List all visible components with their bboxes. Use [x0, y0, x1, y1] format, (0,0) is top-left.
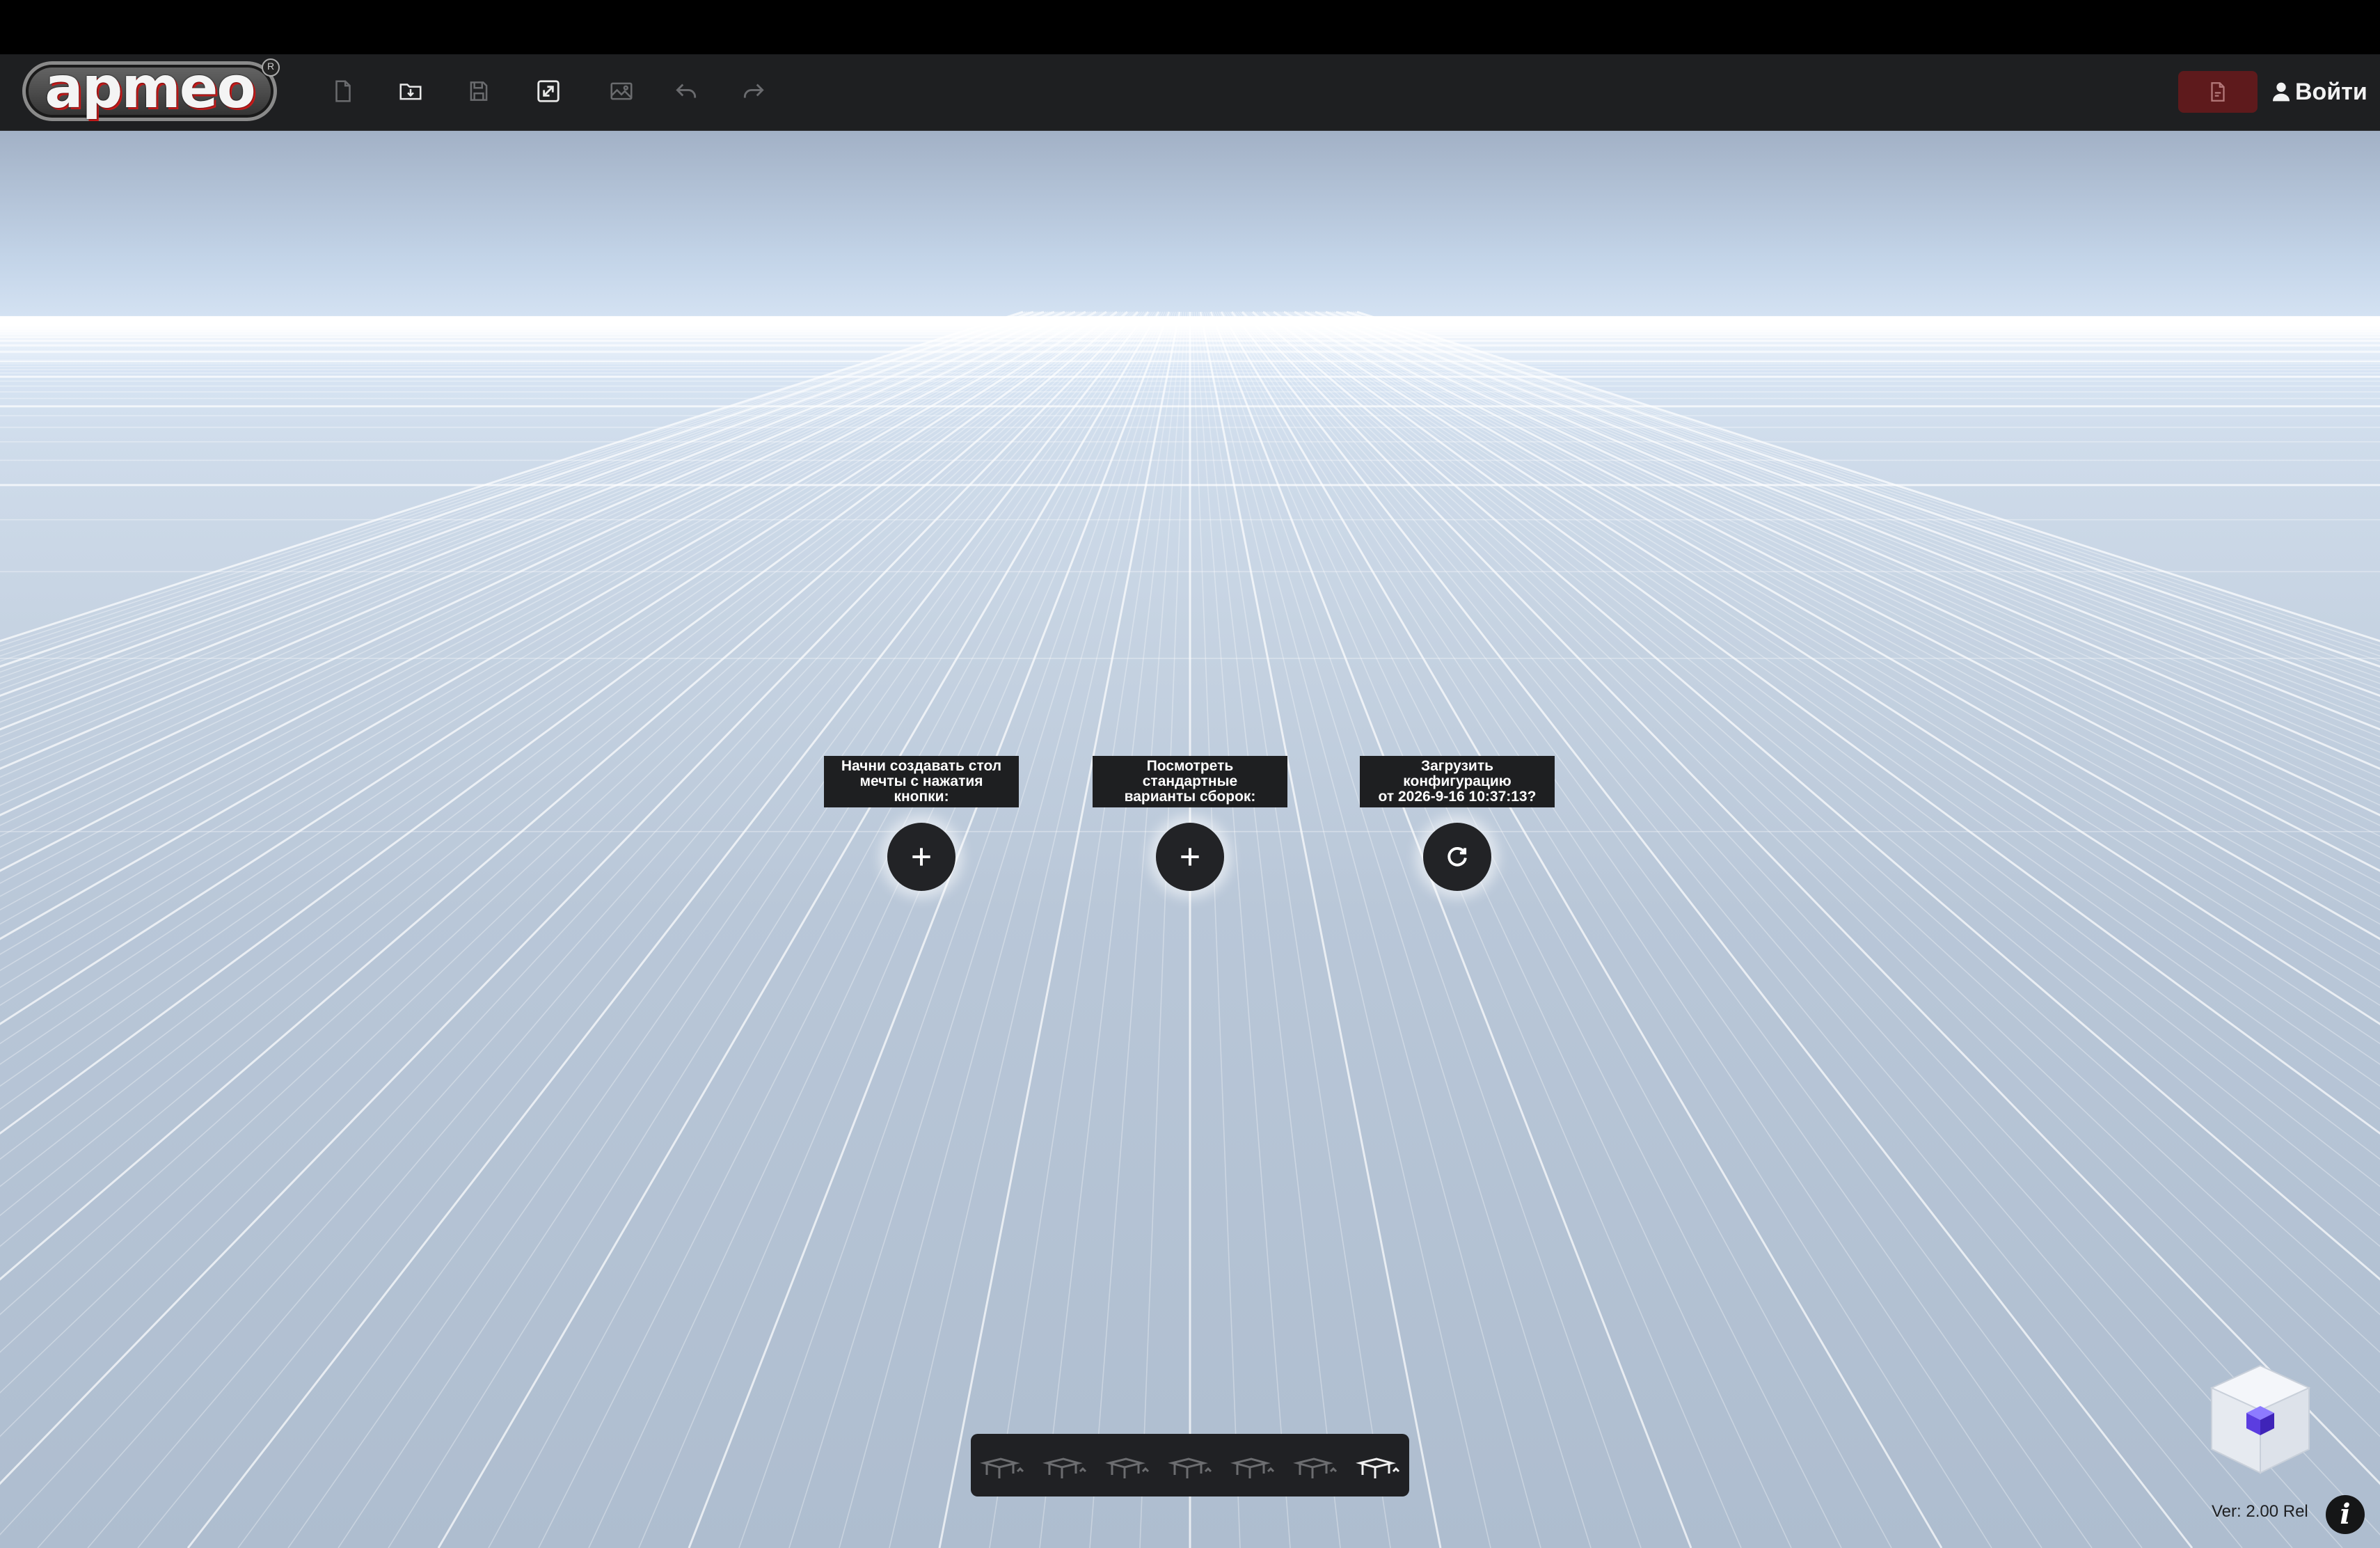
screenshot-button[interactable]: [600, 70, 643, 113]
desk-view-button-7[interactable]: [1349, 1441, 1407, 1490]
desk-view-5-icon: [1230, 1458, 1275, 1478]
desk-view-7-icon: [1356, 1458, 1400, 1478]
desk-view-1-icon: [980, 1458, 1024, 1478]
create-desk-button[interactable]: [887, 823, 955, 891]
logo-text: apmeo: [45, 55, 255, 121]
prompt-load-config-text: Загрузить конфигурацию от 2026-9-16 10:3…: [1360, 756, 1555, 807]
3d-viewport[interactable]: Начни создавать стол мечты с нажатия кно…: [0, 131, 2380, 1548]
new-file-icon: [335, 80, 351, 102]
undo-button[interactable]: [665, 70, 708, 113]
export-pdf-button[interactable]: [2178, 71, 2258, 113]
info-button[interactable]: i: [2326, 1495, 2365, 1534]
desk-view-bar: [971, 1434, 1409, 1496]
save-button[interactable]: [457, 70, 500, 113]
fullscreen-icon: [537, 80, 560, 102]
open-file-button[interactable]: [389, 70, 432, 113]
redo-button[interactable]: [732, 70, 775, 113]
brand-logo[interactable]: apmeo R: [22, 55, 280, 121]
pdf-icon: [2211, 82, 2225, 102]
redo-icon: [743, 84, 764, 98]
reload-icon: [1447, 847, 1467, 867]
fullscreen-button[interactable]: [527, 70, 570, 113]
desk-view-button-4[interactable]: [1161, 1441, 1219, 1490]
desk-view-button-6[interactable]: [1286, 1441, 1344, 1490]
desk-view-button-3[interactable]: [1098, 1441, 1157, 1490]
view-cube[interactable]: [2205, 1360, 2316, 1478]
user-icon: [2273, 82, 2290, 102]
new-file-button[interactable]: [322, 70, 365, 113]
desk-view-4-icon: [1168, 1458, 1212, 1478]
desk-view-3-icon: [1105, 1458, 1150, 1478]
desk-view-button-1[interactable]: [973, 1441, 1031, 1490]
load-config-button[interactable]: [1423, 823, 1491, 891]
desk-view-2-icon: [1042, 1458, 1087, 1478]
image-icon: [610, 82, 633, 100]
open-folder-icon: [399, 84, 422, 100]
prompt-load-config: Загрузить конфигурацию от 2026-9-16 10:3…: [1353, 756, 1562, 891]
registered-mark: R: [262, 58, 280, 77]
login-button[interactable]: Войти: [2270, 71, 2367, 113]
desk-view-button-5[interactable]: [1223, 1441, 1282, 1490]
version-label: Ver: 2.00 Rel: [2212, 1502, 2308, 1521]
desk-view-6-icon: [1293, 1458, 1338, 1478]
prompt-create-desk-text: Начни создавать стол мечты с нажатия кно…: [824, 756, 1019, 807]
plus-icon: [1181, 848, 1199, 866]
undo-icon: [676, 84, 697, 98]
prompt-standard-builds-text: Посмотреть стандартные варианты сборок:: [1093, 756, 1287, 807]
main-toolbar: apmeo R Войти: [0, 54, 2380, 131]
prompt-standard-builds: Посмотреть стандартные варианты сборок:: [1086, 756, 1294, 891]
save-icon: [470, 81, 488, 101]
window-top-edge: [0, 0, 2380, 54]
login-label: Войти: [2295, 78, 2367, 105]
plus-icon: [912, 848, 930, 866]
desk-view-button-2[interactable]: [1036, 1441, 1094, 1490]
standard-builds-button[interactable]: [1156, 823, 1224, 891]
prompt-create-desk: Начни создавать стол мечты с нажатия кно…: [817, 756, 1026, 891]
